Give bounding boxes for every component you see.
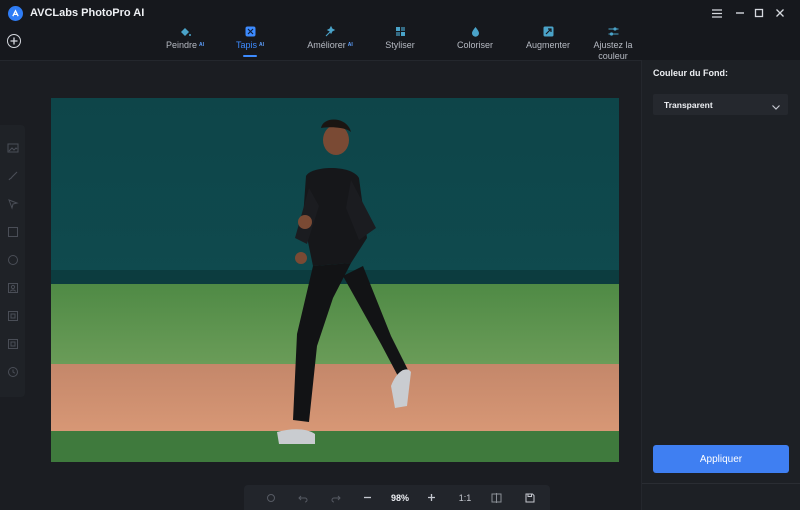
active-tab-indicator	[243, 55, 257, 57]
history-icon[interactable]	[6, 365, 19, 378]
side-toolbar	[0, 125, 25, 397]
tab-coloriser[interactable]: Coloriser	[445, 26, 505, 60]
tab-styliser[interactable]: Styliser	[375, 26, 425, 60]
menu-icon[interactable]	[709, 5, 725, 21]
plus-icon	[10, 37, 18, 45]
undo-icon[interactable]	[296, 491, 309, 504]
adjust-color-icon	[607, 26, 619, 37]
background-color-select[interactable]: Transparent	[653, 94, 788, 115]
settings-panel: Couleur du Fond: Transparent Appliquer	[641, 60, 800, 510]
rectangle-select-icon[interactable]	[6, 225, 19, 238]
zoom-level: 98%	[390, 492, 409, 503]
photo-canvas[interactable]	[51, 98, 619, 462]
title-bar: AVCLabs PhotoPro AI	[0, 0, 800, 28]
ai-badge: AI	[259, 42, 264, 48]
zoom-toolbar: 98% 1:1	[244, 485, 550, 510]
app-logo-icon	[8, 6, 23, 21]
tab-label: Améliorer	[307, 40, 346, 50]
redo-icon[interactable]	[329, 491, 342, 504]
ellipse-select-icon[interactable]	[6, 253, 19, 266]
minimize-icon[interactable]	[732, 5, 748, 21]
brush-icon[interactable]	[6, 169, 19, 182]
zoom-out-icon[interactable]	[361, 491, 374, 504]
upscale-icon	[542, 26, 554, 37]
tab-label: Augmenter	[525, 40, 571, 50]
panel-divider	[642, 483, 800, 484]
tab-label: Coloriser	[456, 40, 493, 50]
zoom-in-icon[interactable]	[425, 491, 438, 504]
tab-label: Tapis	[235, 40, 257, 50]
background-color-value: Transparent	[664, 100, 713, 110]
tab-label: Peindre	[165, 40, 198, 50]
background-remove-icon	[244, 26, 256, 37]
tab-label: Ajustez la couleur	[593, 40, 632, 62]
enhance-icon	[324, 26, 336, 37]
actual-size-button[interactable]: 1:1	[454, 491, 476, 504]
person-select-icon[interactable]	[6, 281, 19, 294]
image-icon[interactable]	[6, 141, 19, 154]
reset-icon[interactable]	[264, 491, 277, 504]
add-image-button[interactable]	[7, 34, 21, 48]
tool-tabs: Peindre AI Tapis AI Améliorer AI Styliser C…	[140, 26, 641, 62]
tab-label: Styliser	[385, 40, 415, 50]
tab-ameliorer[interactable]: Améliorer AI	[295, 26, 365, 60]
select-arrow-icon[interactable]	[6, 197, 19, 210]
tab-peindre[interactable]: Peindre AI	[155, 26, 215, 60]
background-color-label: Couleur du Fond:	[653, 68, 728, 78]
close-icon[interactable]	[772, 5, 788, 21]
compare-icon[interactable]	[490, 491, 503, 504]
apply-button[interactable]: Appliquer	[653, 445, 789, 473]
tab-augmenter[interactable]: Augmenter	[518, 26, 578, 60]
save-icon[interactable]	[523, 491, 536, 504]
tab-tapis[interactable]: Tapis AI	[225, 26, 275, 60]
ai-badge: AI	[199, 42, 205, 48]
object-select-icon[interactable]	[6, 309, 19, 322]
ai-badge: AI	[347, 42, 353, 48]
app-title: AVCLabs PhotoPro AI	[30, 7, 145, 19]
paint-bucket-icon	[179, 26, 191, 37]
chevron-down-icon	[771, 99, 781, 110]
photo-image	[51, 98, 619, 462]
tab-ajustez-la-couleur[interactable]: Ajustez la couleur	[585, 26, 641, 62]
colorize-icon	[469, 26, 481, 37]
maximize-icon[interactable]	[751, 5, 767, 21]
style-icon	[394, 26, 406, 37]
portrait-icon[interactable]	[6, 337, 19, 350]
tab-label-line1: Ajustez la	[593, 40, 633, 50]
